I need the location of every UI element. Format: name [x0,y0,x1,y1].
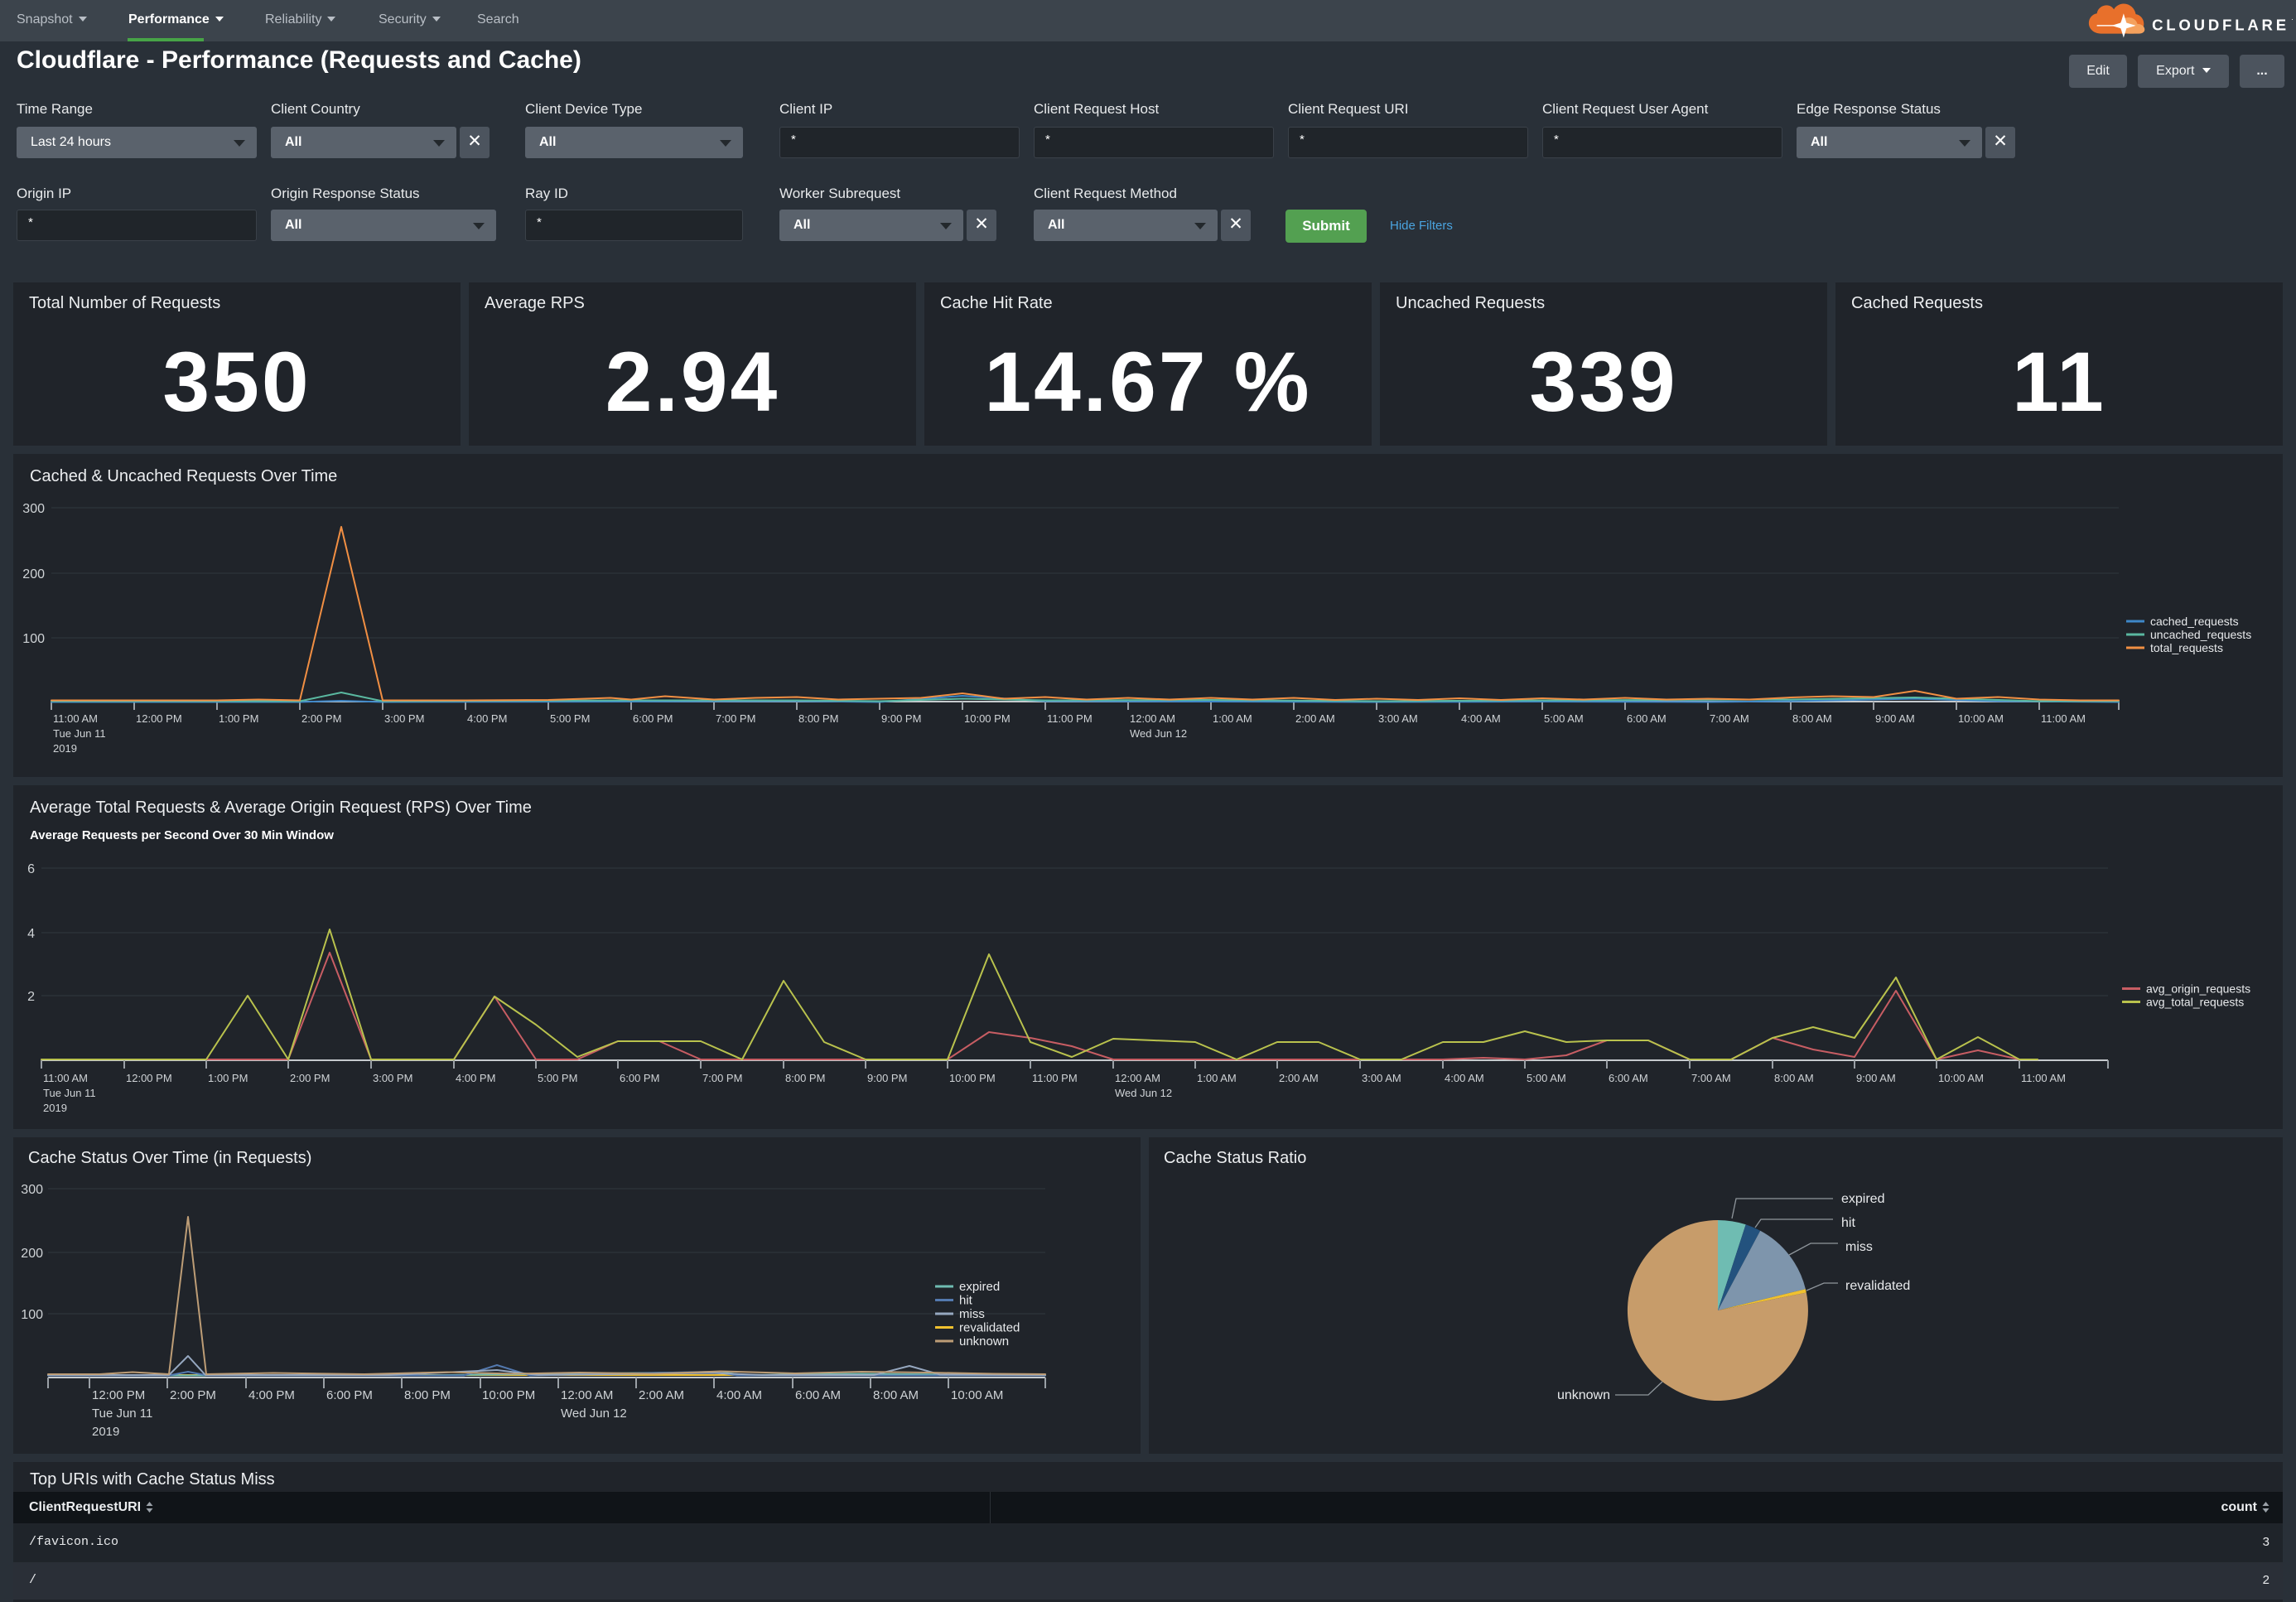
svg-text:Wed Jun 12: Wed Jun 12 [561,1407,627,1421]
svg-text:9:00 AM: 9:00 AM [1856,1072,1896,1084]
svg-text:4:00 AM: 4:00 AM [716,1388,762,1402]
svg-text:100: 100 [21,1308,43,1322]
svg-text:12:00 PM: 12:00 PM [126,1072,172,1084]
svg-text:uncached_requests: uncached_requests [2150,628,2251,641]
svg-text:2: 2 [27,990,35,1004]
svg-text:3:00 PM: 3:00 PM [384,712,424,725]
svg-text:Tue Jun 11: Tue Jun 11 [92,1407,152,1421]
svg-text:12:00 PM: 12:00 PM [136,712,182,725]
svg-text:10:00 PM: 10:00 PM [482,1388,535,1402]
svg-text:12:00 PM: 12:00 PM [92,1388,145,1402]
svg-text:8:00 PM: 8:00 PM [404,1388,451,1402]
svg-text:8:00 AM: 8:00 AM [873,1388,919,1402]
svg-text:10:00 AM: 10:00 AM [951,1388,1003,1402]
svg-text:6:00 PM: 6:00 PM [326,1388,373,1402]
svg-text:2:00 AM: 2:00 AM [1295,712,1335,725]
svg-text:Wed Jun 12: Wed Jun 12 [1130,727,1187,740]
svg-text:4:00 PM: 4:00 PM [467,712,507,725]
svg-text:12:00 AM: 12:00 AM [561,1388,613,1402]
svg-text:hit: hit [959,1294,973,1308]
svg-text:6:00 AM: 6:00 AM [1609,1072,1648,1084]
svg-text:11:00 PM: 11:00 PM [1032,1072,1078,1084]
svg-text:11:00 AM: 11:00 AM [2041,712,2086,725]
svg-text:7:00 AM: 7:00 AM [1710,712,1749,725]
svg-text:8:00 PM: 8:00 PM [798,712,838,725]
svg-text:2:00 AM: 2:00 AM [1279,1072,1319,1084]
svg-text:3:00 AM: 3:00 AM [1378,712,1418,725]
svg-text:2:00 PM: 2:00 PM [301,712,341,725]
svg-text:12:00 AM: 12:00 AM [1130,712,1175,725]
svg-text:11:00 AM: 11:00 AM [43,1072,88,1084]
svg-text:9:00 AM: 9:00 AM [1875,712,1915,725]
svg-text:200: 200 [21,1247,43,1261]
svg-text:6:00 PM: 6:00 PM [620,1072,659,1084]
svg-text:11:00 AM: 11:00 AM [53,712,98,725]
svg-text:Tue Jun 11: Tue Jun 11 [53,727,106,740]
svg-text:miss: miss [1845,1240,1873,1254]
svg-text:revalidated: revalidated [1845,1279,1910,1293]
svg-text:miss: miss [959,1307,985,1321]
svg-text:4:00 PM: 4:00 PM [248,1388,295,1402]
svg-text:4:00 AM: 4:00 AM [1461,712,1501,725]
svg-text:Wed Jun 12: Wed Jun 12 [1115,1087,1172,1099]
svg-text:2:00 PM: 2:00 PM [170,1388,216,1402]
svg-text:10:00 PM: 10:00 PM [964,712,1011,725]
svg-text:9:00 PM: 9:00 PM [867,1072,907,1084]
svg-text:7:00 AM: 7:00 AM [1691,1072,1731,1084]
svg-text:10:00 AM: 10:00 AM [1938,1072,1984,1084]
svg-text:3:00 PM: 3:00 PM [373,1072,412,1084]
svg-text:8:00 PM: 8:00 PM [785,1072,825,1084]
svg-text:6:00 AM: 6:00 AM [1627,712,1667,725]
svg-text:2:00 AM: 2:00 AM [639,1388,684,1402]
svg-text:4:00 AM: 4:00 AM [1445,1072,1484,1084]
svg-text:5:00 AM: 5:00 AM [1527,1072,1566,1084]
svg-text:2:00 PM: 2:00 PM [290,1072,330,1084]
svg-text:8:00 AM: 8:00 AM [1792,712,1832,725]
svg-text:100: 100 [22,632,45,646]
svg-text:300: 300 [21,1183,43,1197]
svg-text:1:00 AM: 1:00 AM [1213,712,1252,725]
svg-text:2019: 2019 [92,1425,119,1439]
svg-text:4: 4 [27,927,35,941]
svg-text:4:00 PM: 4:00 PM [456,1072,495,1084]
svg-text:11:00 PM: 11:00 PM [1047,712,1093,725]
svg-text:Tue Jun 11: Tue Jun 11 [43,1087,96,1099]
svg-text:10:00 AM: 10:00 AM [1958,712,2004,725]
svg-text:10:00 PM: 10:00 PM [949,1072,996,1084]
svg-text:5:00 PM: 5:00 PM [550,712,590,725]
svg-text:7:00 PM: 7:00 PM [702,1072,742,1084]
svg-text:unknown: unknown [1557,1388,1610,1402]
svg-text:total_requests: total_requests [2150,641,2223,654]
svg-text:6:00 AM: 6:00 AM [795,1388,841,1402]
svg-text:expired: expired [1841,1192,1884,1206]
svg-text:avg_total_requests: avg_total_requests [2146,996,2244,1009]
svg-text:avg_origin_requests: avg_origin_requests [2146,982,2250,996]
svg-text:unknown: unknown [959,1334,1009,1349]
svg-text:1:00 PM: 1:00 PM [219,712,258,725]
svg-text:8:00 AM: 8:00 AM [1774,1072,1814,1084]
svg-text:6: 6 [27,862,35,876]
svg-text:expired: expired [959,1280,1000,1294]
svg-text:5:00 PM: 5:00 PM [538,1072,577,1084]
svg-text:5:00 AM: 5:00 AM [1544,712,1584,725]
svg-text:9:00 PM: 9:00 PM [881,712,921,725]
svg-text:2019: 2019 [53,742,77,755]
svg-text:1:00 AM: 1:00 AM [1197,1072,1237,1084]
svg-text:hit: hit [1841,1216,1855,1230]
svg-text:3:00 AM: 3:00 AM [1362,1072,1401,1084]
svg-text:revalidated: revalidated [959,1321,1020,1335]
svg-text:1:00 PM: 1:00 PM [208,1072,248,1084]
svg-text:200: 200 [22,567,45,581]
svg-text:12:00 AM: 12:00 AM [1115,1072,1160,1084]
svg-text:11:00 AM: 11:00 AM [2021,1072,2066,1084]
svg-text:300: 300 [22,502,45,516]
svg-text:2019: 2019 [43,1102,67,1114]
svg-text:cached_requests: cached_requests [2150,615,2239,628]
svg-text:7:00 PM: 7:00 PM [716,712,755,725]
svg-text:6:00 PM: 6:00 PM [633,712,673,725]
